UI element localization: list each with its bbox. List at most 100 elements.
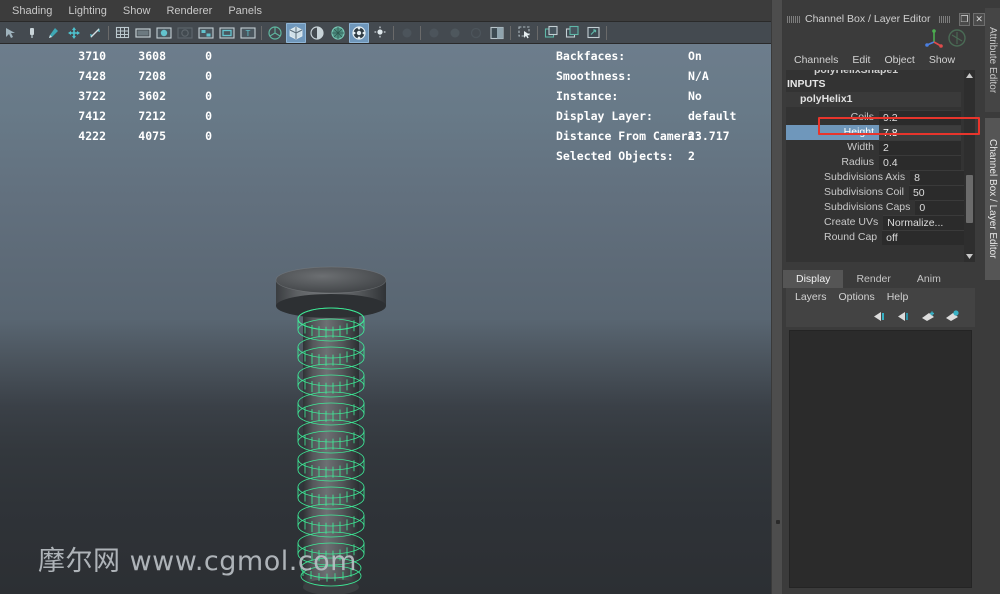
stat-value-selected: 7212: [138, 109, 166, 123]
drag-handle-icon-right[interactable]: [938, 15, 950, 23]
menu-panels[interactable]: Panels: [220, 2, 270, 20]
panel-layout-icon[interactable]: [541, 23, 561, 43]
le-menu-layers[interactable]: Layers: [789, 291, 833, 303]
layer-add-icon[interactable]: [920, 309, 937, 324]
undock-button[interactable]: ❐: [958, 12, 971, 26]
scale-tool-icon[interactable]: [85, 23, 105, 43]
cb-menu-object[interactable]: Object: [877, 54, 921, 66]
hud-label: Distance From Camera:: [556, 129, 702, 143]
cb-menu-edit[interactable]: Edit: [845, 54, 877, 66]
tab-render[interactable]: Render: [843, 270, 904, 288]
attr-value-field[interactable]: Normalize...: [883, 215, 966, 230]
hud-value: N/A: [688, 69, 709, 83]
text-overlay-icon[interactable]: T: [238, 23, 258, 43]
grid-display-icon[interactable]: [112, 23, 132, 43]
menu-show[interactable]: Show: [115, 2, 159, 20]
attr-row-coils[interactable]: Coils 9.2: [786, 110, 961, 125]
layer-new-icon[interactable]: [944, 309, 961, 324]
layer-list[interactable]: [789, 330, 972, 588]
channel-box-body[interactable]: polyHelixShape1 INPUTS polyHelix1 Coils …: [786, 70, 975, 262]
attr-swatch: [786, 125, 824, 140]
input-node-polyhelix1[interactable]: polyHelix1: [786, 92, 961, 107]
maya-application-window: Shading Lighting Show Renderer Panels T …: [0, 0, 1000, 594]
vtab-attribute-editor[interactable]: Attribute Editor: [985, 8, 1000, 112]
attr-row-radius[interactable]: Radius 0.4: [786, 155, 961, 170]
safe-action-icon[interactable]: [196, 23, 216, 43]
dock-title-bar[interactable]: Channel Box / Layer Editor ❐ ✕: [783, 10, 985, 28]
attr-row-subdivisions-caps[interactable]: Subdivisions Caps 0: [786, 200, 975, 215]
textured-icon[interactable]: [328, 23, 348, 43]
attr-row-width[interactable]: Width 2: [786, 140, 961, 155]
scroll-up-arrow-icon[interactable]: [964, 70, 975, 81]
stat-value-other: 0: [205, 129, 212, 143]
select-tool-icon[interactable]: [1, 23, 21, 43]
svg-text:T: T: [246, 29, 251, 38]
attr-row-create-uvs[interactable]: Create UVs Normalize...: [786, 215, 966, 230]
safe-title-icon[interactable]: [217, 23, 237, 43]
hud-label: Backfaces:: [556, 49, 626, 63]
attr-row-subdivisions-coil[interactable]: Subdivisions Coil 50: [786, 185, 975, 200]
move-tool-icon[interactable]: [64, 23, 84, 43]
close-icon[interactable]: ✕: [973, 12, 985, 26]
stat-value-selected: 3602: [138, 89, 166, 103]
scroll-down-arrow-icon[interactable]: [964, 251, 975, 262]
drag-handle-icon[interactable]: [787, 15, 800, 23]
tab-display[interactable]: Display: [783, 270, 844, 288]
cb-menu-channels[interactable]: Channels: [787, 54, 845, 66]
stat-value-selected: 3608: [138, 49, 166, 63]
panel-splitter[interactable]: [771, 0, 783, 594]
attr-swatch: [786, 140, 824, 155]
attr-value-field[interactable]: 0.4: [879, 155, 961, 170]
attr-swatch: [786, 230, 824, 245]
motion-blur-icon[interactable]: [397, 23, 417, 43]
tear-off-icon[interactable]: [583, 23, 603, 43]
viewport-3d[interactable]: ts: 3710 3608 0 es: 7428 7208 0 es: 3722…: [0, 44, 771, 594]
depth-of-field-icon[interactable]: [466, 23, 486, 43]
le-menu-options[interactable]: Options: [833, 291, 881, 303]
vtab-channel-box-layer-editor[interactable]: Channel Box / Layer Editor: [985, 118, 1000, 280]
attr-value-field[interactable]: 2: [879, 140, 961, 155]
attr-value-field[interactable]: 9.2: [879, 110, 961, 125]
shadows-icon[interactable]: [370, 23, 390, 43]
tab-anim[interactable]: Anim: [903, 270, 954, 288]
stat-row: es: 3722 3602 0: [0, 86, 270, 106]
stat-row: es: 7428 7208 0: [0, 66, 270, 86]
attr-row-height[interactable]: Height 7.8: [786, 125, 961, 140]
scrollbar-thumb[interactable]: [966, 175, 973, 223]
aa-icon[interactable]: [424, 23, 444, 43]
splitter-grip[interactable]: [776, 520, 780, 524]
channel-box-menubar: Channels Edit Object Show: [783, 52, 975, 68]
attr-row-subdivisions-axis[interactable]: Subdivisions Axis 8: [786, 170, 975, 185]
menu-lighting[interactable]: Lighting: [60, 2, 115, 20]
toolbar-separator: [604, 25, 609, 41]
sculpt-tool-icon[interactable]: [43, 23, 63, 43]
le-menu-help[interactable]: Help: [881, 291, 915, 303]
paint-tool-icon[interactable]: [22, 23, 42, 43]
copy-panel-icon[interactable]: [562, 23, 582, 43]
attr-value-field[interactable]: 7.8: [879, 125, 961, 140]
attr-value-field[interactable]: off: [882, 230, 965, 245]
wireframe-shading-icon[interactable]: [265, 23, 285, 43]
attr-label: Height: [824, 125, 879, 140]
channel-box-scrollbar[interactable]: [964, 70, 975, 262]
isolate-select-icon[interactable]: [514, 23, 534, 43]
ambient-occlusion-icon[interactable]: [445, 23, 465, 43]
menu-renderer[interactable]: Renderer: [158, 2, 220, 20]
field-chart-icon[interactable]: [175, 23, 195, 43]
smooth-shading-icon[interactable]: [286, 22, 306, 43]
cb-menu-show[interactable]: Show: [922, 54, 962, 66]
hud-label: Selected Objects:: [556, 149, 674, 163]
film-gate-icon[interactable]: [133, 23, 153, 43]
stat-value-selected: 4075: [138, 129, 166, 143]
attr-swatch: [786, 185, 824, 200]
layer-next-icon[interactable]: [896, 309, 913, 324]
menu-shading[interactable]: Shading: [4, 2, 60, 20]
resolution-gate-icon[interactable]: [154, 23, 174, 43]
stat-row: ts: 3710 3608 0: [0, 46, 270, 66]
layer-prev-icon[interactable]: [872, 309, 889, 324]
stat-value-selected: 7208: [138, 69, 166, 83]
flat-shading-icon[interactable]: [307, 23, 327, 43]
attr-row-round-cap[interactable]: Round Cap off: [786, 230, 965, 245]
lighting-icon[interactable]: [349, 22, 369, 43]
xray-icon[interactable]: [487, 23, 507, 43]
